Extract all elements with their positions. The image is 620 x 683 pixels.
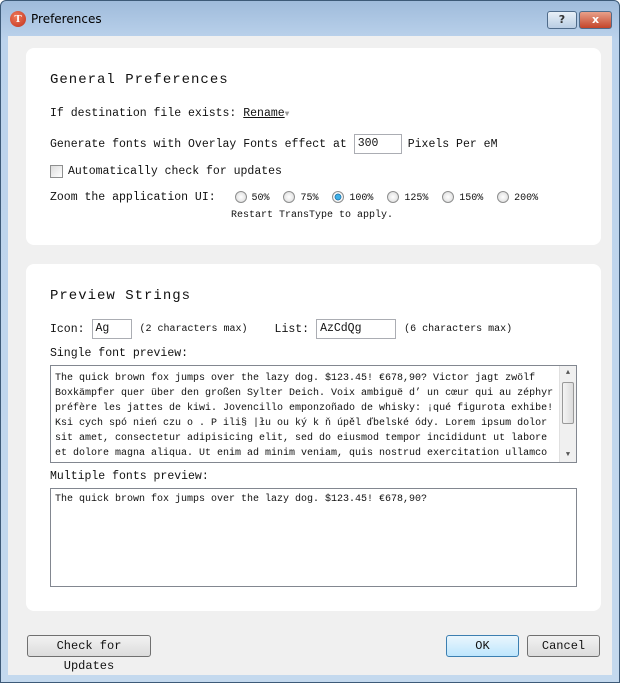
cancel-button[interactable]: Cancel	[527, 635, 600, 657]
dialog-body: General Preferences If destination file …	[8, 36, 612, 675]
check-for-updates-button[interactable]: Check for Updates	[27, 635, 151, 673]
scroll-down-icon: ▼	[565, 451, 571, 459]
general-heading: General Preferences	[50, 72, 229, 88]
overlay-unit: Pixels Per eM	[407, 137, 498, 151]
zoom-option-150[interactable]: 150%	[442, 191, 490, 204]
zoom-option-125[interactable]: 125%	[387, 191, 435, 204]
multi-preview-textarea[interactable]: The quick brown fox jumps over the lazy …	[50, 488, 577, 587]
zoom-option-50[interactable]: 50%	[234, 191, 277, 204]
dest-dropdown[interactable]: Rename	[243, 107, 284, 120]
single-preview-textarea[interactable]: The quick brown fox jumps over the lazy …	[50, 365, 577, 463]
zoom-option-200[interactable]: 200%	[497, 191, 545, 204]
help-button[interactable]: ?	[547, 11, 577, 29]
icon-input[interactable]: Ag	[91, 319, 132, 339]
scroll-thumb	[562, 382, 574, 424]
chevron-down-icon[interactable]: ▼	[285, 110, 290, 119]
icon-label: Icon:	[50, 322, 85, 336]
app-icon: T	[10, 11, 26, 27]
list-label: List:	[274, 322, 310, 336]
window-title: Preferences	[31, 12, 102, 26]
icon-note: (2 characters max)	[139, 323, 248, 335]
close-button[interactable]: x	[579, 11, 612, 29]
overlay-label: Generate fonts with Overlay Fonts effect…	[50, 137, 347, 151]
preview-strings-panel: Preview Strings Icon: Ag (2 characters m…	[26, 264, 601, 611]
zoom-label: Zoom the application UI:	[50, 191, 216, 205]
zoom-option-100[interactable]: 100%	[332, 191, 380, 204]
dest-label: If destination file exists:	[50, 107, 237, 120]
scrollbar[interactable]: ▲ ▼	[559, 366, 576, 462]
preview-heading: Preview Strings	[50, 288, 192, 304]
scroll-up-icon: ▲	[565, 369, 571, 377]
single-preview-label: Single font preview:	[50, 347, 189, 360]
list-note: (6 characters max)	[404, 323, 513, 335]
zoom-note: Restart TransType to apply.	[231, 210, 394, 221]
general-preferences-panel: General Preferences If destination file …	[26, 48, 601, 245]
list-input[interactable]: AzCdQg	[316, 319, 397, 339]
auto-check-checkbox[interactable]	[50, 165, 63, 178]
multi-preview-label: Multiple fonts preview:	[50, 470, 209, 483]
ok-button[interactable]: OK	[446, 635, 519, 657]
overlay-ppem-input[interactable]: 300	[353, 134, 402, 154]
zoom-option-75[interactable]: 75%	[283, 191, 325, 204]
auto-check-label: Automatically check for updates	[68, 165, 282, 178]
